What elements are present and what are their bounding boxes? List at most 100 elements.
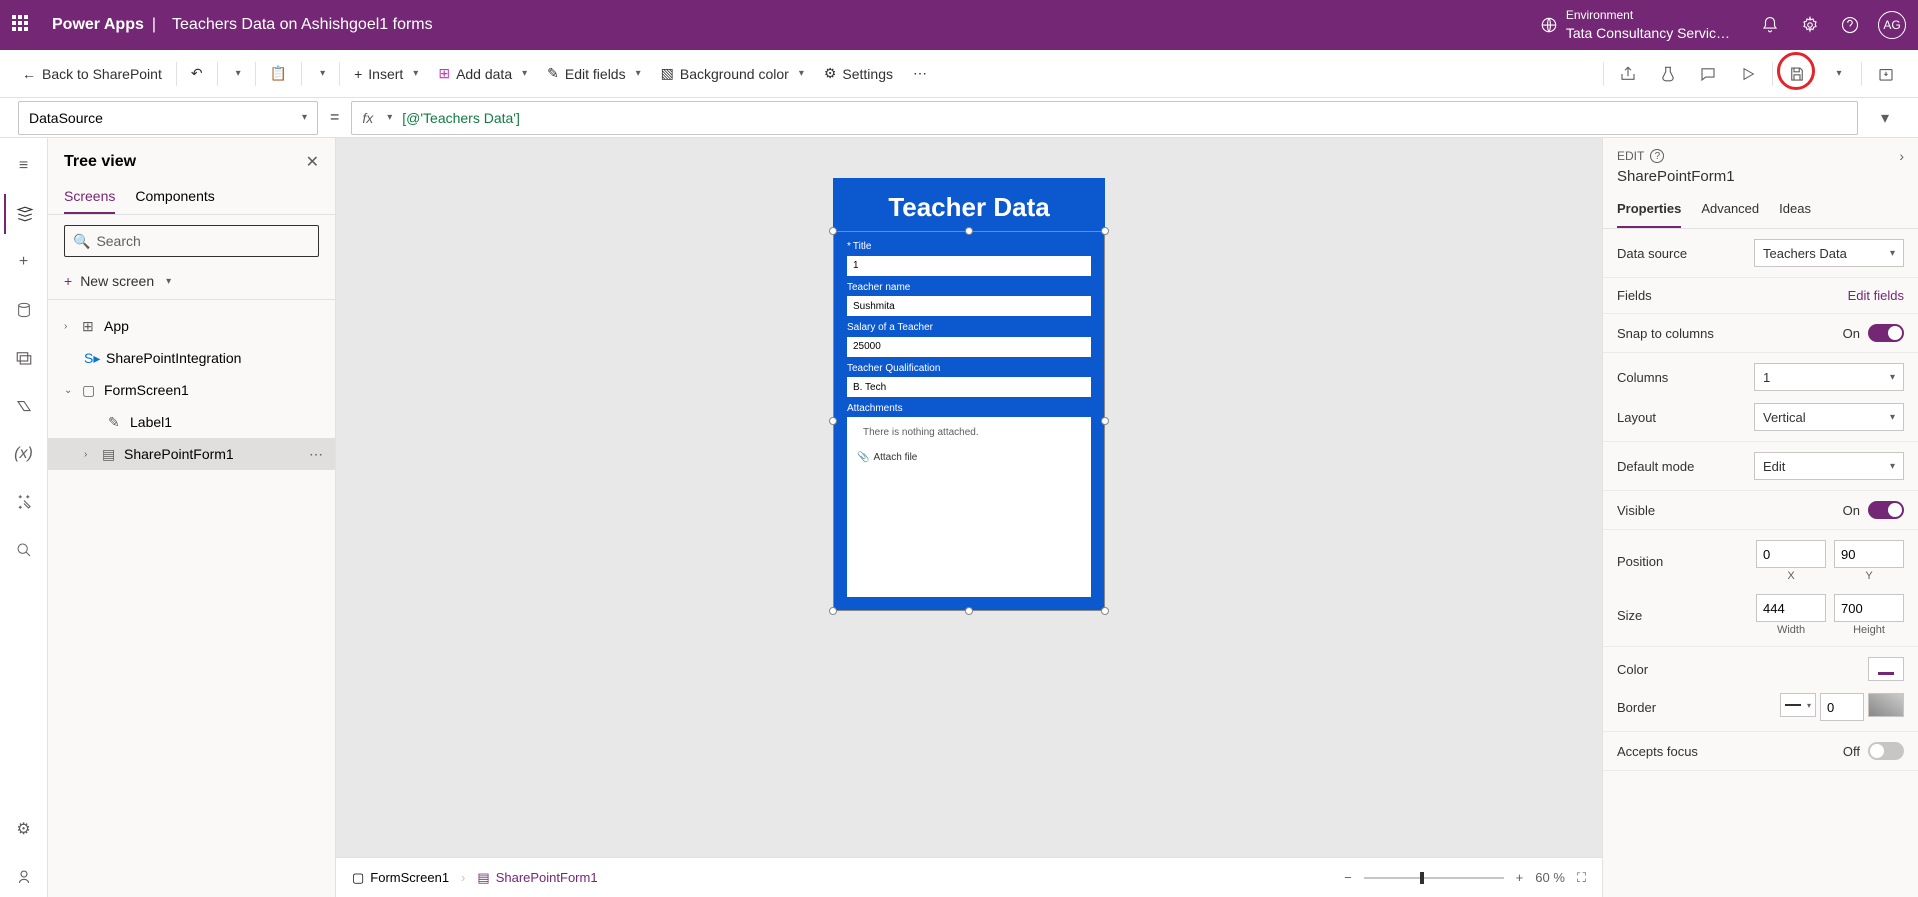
property-selector[interactable]: DataSource ▾ [18,101,318,135]
virtual-agent-icon[interactable] [4,857,44,897]
tab-screens[interactable]: Screens [64,180,115,214]
properties-panel: EDIT ? › SharePointForm1 Properties Adva… [1602,138,1918,897]
snap-toggle[interactable] [1868,324,1904,342]
selection-handle[interactable] [1101,227,1109,235]
notifications-icon[interactable] [1750,5,1790,45]
attach-file-button[interactable]: 📎 Attach file [857,452,1081,463]
background-color-button[interactable]: ▧Background color▾ [651,58,814,90]
teacher-name-input[interactable] [847,296,1091,316]
selection-handle[interactable] [829,417,837,425]
tree-item-sharepointform[interactable]: › ▤ SharePointForm1 ⋯ [48,438,335,470]
prop-data-source-label: Data source [1617,246,1687,261]
save-icon[interactable] [1777,54,1817,94]
back-button[interactable]: ← Back to SharePoint [12,58,172,90]
expand-formula-icon[interactable]: ▾ [1870,108,1900,128]
layout-select[interactable]: Vertical▾ [1754,403,1904,431]
tab-advanced[interactable]: Advanced [1701,195,1759,228]
flows-rail-icon[interactable] [4,386,44,426]
variables-rail-icon[interactable]: (x) [4,434,44,474]
border-color-picker[interactable] [1868,693,1904,717]
selection-handle[interactable] [965,227,973,235]
border-width-input[interactable] [1820,693,1864,721]
tab-components[interactable]: Components [135,180,214,214]
tools-rail-icon[interactable] [4,482,44,522]
formula-input[interactable]: fx ▾ [@'Teachers Data'] [351,101,1858,135]
close-icon[interactable]: ✕ [306,152,319,172]
position-y-input[interactable] [1834,540,1904,568]
settings-rail-icon[interactable]: ⚙ [4,809,44,849]
add-data-button[interactable]: ⊞Add data▾ [428,58,537,90]
help-icon[interactable] [1830,5,1870,45]
info-icon[interactable]: ? [1650,149,1664,163]
more-icon[interactable]: ⋯ [309,446,323,463]
more-button[interactable]: ⋯ [903,58,937,90]
selected-form[interactable]: *Title Teacher name Salary of a Teacher … [833,231,1105,611]
waffle-icon[interactable] [12,15,32,35]
border-style-select[interactable]: ▾ [1780,693,1816,717]
zoom-out-icon[interactable]: − [1344,870,1352,885]
height-input[interactable] [1834,594,1904,622]
globe-icon [1540,16,1558,34]
selection-handle[interactable] [965,607,973,615]
environment-picker[interactable]: Environment Tata Consultancy Servic… [1540,8,1730,42]
tab-properties[interactable]: Properties [1617,195,1681,228]
columns-select[interactable]: 1▾ [1754,363,1904,391]
width-input[interactable] [1756,594,1826,622]
tree-search[interactable]: 🔍 Search [64,225,319,257]
media-rail-icon[interactable] [4,338,44,378]
save-menu[interactable]: ▾ [1817,54,1857,94]
tree-item-label1[interactable]: ✎ Label1 [48,406,335,438]
prop-visible-label: Visible [1617,503,1655,518]
settings-button[interactable]: ⚙Settings [814,58,903,90]
selection-handle[interactable] [829,607,837,615]
paste-button[interactable]: 📋 [260,58,297,90]
undo-menu[interactable]: ▾ [222,58,251,90]
comments-icon[interactable] [1688,54,1728,94]
default-mode-select[interactable]: Edit▾ [1754,452,1904,480]
search-rail-icon[interactable] [4,530,44,570]
selection-handle[interactable] [829,227,837,235]
undo-button[interactable]: ↶ [181,58,213,90]
new-screen-button[interactable]: + New screen ▾ [48,267,335,295]
breadcrumb-form[interactable]: ▤SharePointForm1 [477,870,597,886]
position-x-input[interactable] [1756,540,1826,568]
selection-handle[interactable] [1101,417,1109,425]
play-icon[interactable] [1728,54,1768,94]
settings-icon[interactable] [1790,5,1830,45]
insert-button[interactable]: +Insert▾ [344,58,428,90]
edit-fields-button[interactable]: ✎Edit fields▾ [537,58,650,90]
tree-view-icon[interactable] [4,194,44,234]
selection-handle[interactable] [1101,607,1109,615]
fit-icon[interactable]: ⛶ [1577,870,1586,886]
canvas-phone[interactable]: Teacher Data *Title T [833,178,1105,611]
paste-menu[interactable]: ▾ [306,58,335,90]
title-input[interactable] [847,256,1091,276]
user-avatar[interactable]: AG [1878,11,1906,39]
zoom-slider[interactable] [1364,877,1504,879]
plus-icon: + [354,66,362,82]
breadcrumb-screen[interactable]: ▢FormScreen1 [352,870,449,886]
app-name[interactable]: Power Apps [52,16,144,34]
hamburger-icon[interactable]: ≡ [4,146,44,186]
tree-item-formscreen[interactable]: ⌄ ▢ FormScreen1 [48,374,335,406]
data-source-select[interactable]: Teachers Data▾ [1754,239,1904,267]
attachments-box[interactable]: There is nothing attached. 📎 Attach file [847,417,1091,597]
color-picker[interactable] [1868,657,1904,681]
insert-rail-icon[interactable]: + [4,242,44,282]
canvas-breadcrumb: ▢FormScreen1 › ▤SharePointForm1 − + 60 %… [336,857,1602,897]
share-icon[interactable] [1608,54,1648,94]
accepts-focus-toggle[interactable] [1868,742,1904,760]
chevron-right-icon[interactable]: › [1899,148,1904,164]
visible-toggle[interactable] [1868,501,1904,519]
tab-ideas[interactable]: Ideas [1779,195,1811,228]
salary-input[interactable] [847,337,1091,357]
qualification-input[interactable] [847,377,1091,397]
checker-icon[interactable] [1648,54,1688,94]
zoom-in-icon[interactable]: + [1516,870,1524,885]
tree-item-app[interactable]: › ⊞ App [48,310,335,342]
data-rail-icon[interactable] [4,290,44,330]
edit-fields-link[interactable]: Edit fields [1848,288,1904,303]
tree-view-panel: Tree view ✕ Screens Components 🔍 Search … [48,138,336,897]
tree-item-sharepoint-integration[interactable]: S▸ SharePointIntegration [48,342,335,374]
publish-icon[interactable] [1866,54,1906,94]
